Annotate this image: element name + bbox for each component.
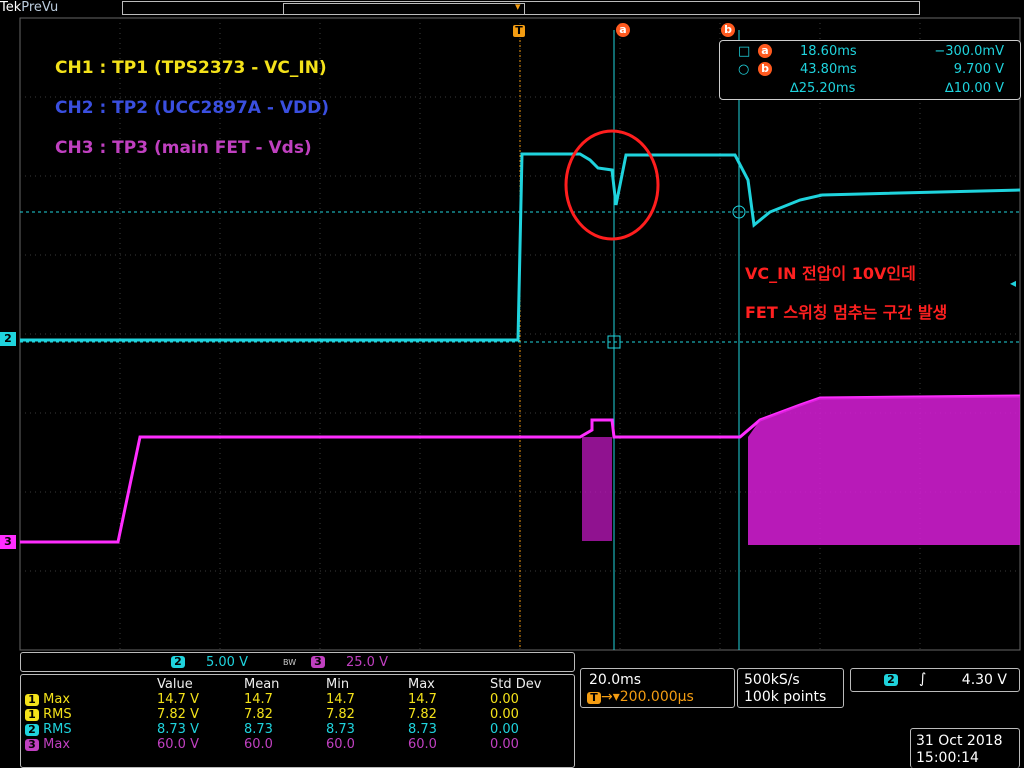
row-mean: 60.0 — [244, 737, 273, 752]
measurement-panel[interactable]: Value Mean Min Max Std Dev 1 Max 14.7 V … — [20, 674, 575, 768]
trigger-badge: T — [587, 692, 601, 704]
cursor-readout-panel[interactable]: □ a 18.60ms −300.0mV ○ b 43.80ms 9.700 V… — [719, 40, 1021, 100]
cursor-a-badge: a — [758, 44, 772, 58]
trigger-level[interactable]: 4.30 V — [962, 672, 1007, 688]
ch3-switching-burst-2 — [748, 396, 1020, 545]
col-value-header: Value — [157, 677, 193, 692]
row-ch-badge: 3 — [25, 739, 39, 751]
ch3-scale-badge[interactable]: 3 — [311, 656, 325, 668]
row-min: 60.0 — [326, 737, 355, 752]
row-mean: 8.73 — [244, 722, 273, 737]
bandwidth-limit-icon: BW — [283, 658, 297, 667]
trigger-panel[interactable]: 2 ∫ 4.30 V — [850, 668, 1020, 692]
sample-rate: 500kS/s — [744, 672, 800, 688]
col-stddev-header: Std Dev — [490, 677, 542, 692]
row-std: 0.00 — [490, 707, 519, 722]
trigger-slope-icon[interactable]: ∫ — [919, 671, 926, 687]
row-mean: 14.7 — [244, 692, 273, 707]
row-max: 7.82 — [408, 707, 437, 722]
cursor-b-marker[interactable]: b — [721, 23, 735, 37]
col-mean-header: Mean — [244, 677, 280, 692]
cursor-a-value: −300.0mV — [934, 44, 1004, 59]
row-min: 14.7 — [326, 692, 355, 707]
datetime-panel: 31 Oct 2018 15:00:14 — [910, 728, 1020, 768]
timebase-panel[interactable]: 20.0ms T →▾200.000µs — [580, 668, 735, 708]
ch3-scale[interactable]: 25.0 V — [346, 655, 388, 670]
table-row[interactable]: 1 RMS 7.82 V 7.82 7.82 7.82 0.00 — [25, 707, 560, 722]
row-min: 8.73 — [326, 722, 355, 737]
row-name: RMS — [43, 707, 72, 722]
ch2-label: CH2 : TP2 (UCC2897A - VDD) — [55, 98, 330, 118]
row-value: 7.82 V — [157, 707, 199, 722]
cursor-a-square-icon: □ — [738, 44, 751, 59]
ch3-ground-marker[interactable]: 3 — [0, 535, 16, 549]
ch3-switching-burst-1 — [582, 437, 612, 541]
trigger-level-icon: ◂ — [1010, 276, 1017, 290]
cursor-b-badge: b — [758, 62, 772, 76]
row-value: 14.7 V — [157, 692, 199, 707]
row-name: RMS — [43, 722, 72, 737]
cursor-b-time: 43.80ms — [800, 62, 857, 77]
row-name: Max — [43, 737, 71, 752]
acquisition-panel[interactable]: 500kS/s 100k points — [737, 668, 844, 708]
horizontal-position[interactable]: T →▾200.000µs — [587, 689, 694, 705]
cursor-a-marker[interactable]: a — [616, 23, 630, 37]
row-max: 14.7 — [408, 692, 437, 707]
trigger-source-badge[interactable]: 2 — [884, 674, 898, 686]
measurement-table: Value Mean Min Max Std Dev 1 Max 14.7 V … — [25, 677, 560, 752]
ch2-ground-marker[interactable]: 2 — [0, 332, 16, 346]
annotation-line-2: FET 스위칭 멈추는 구간 발생 — [745, 303, 948, 322]
table-row[interactable]: 1 Max 14.7 V 14.7 14.7 14.7 0.00 — [25, 692, 560, 707]
row-max: 60.0 — [408, 737, 437, 752]
record-length: 100k points — [744, 689, 827, 705]
time: 15:00:14 — [916, 750, 979, 766]
date: 31 Oct 2018 — [916, 733, 1003, 749]
row-name: Max — [43, 692, 71, 707]
trigger-marker[interactable]: T — [513, 25, 525, 37]
row-value: 60.0 V — [157, 737, 199, 752]
cursor-delta-value: ∆10.00 V — [945, 81, 1004, 96]
row-std: 0.00 — [490, 722, 519, 737]
channel-scale-bar[interactable]: 2 5.00 V BW 3 25.0 V — [20, 652, 575, 672]
ch3-label: CH3 : TP3 (main FET - Vds) — [55, 138, 312, 158]
col-min-header: Min — [326, 677, 350, 692]
horizontal-scale[interactable]: 20.0ms — [589, 672, 641, 688]
oscilloscope-screen: TekPreVu ▾ T a b 2 3 ◂ CH1: TP1 (TPS237… — [0, 0, 1024, 768]
cursor-delta-time: ∆25.20ms — [790, 81, 856, 96]
cursor-b-circle-icon: ○ — [738, 62, 750, 77]
highlight-circle — [564, 129, 660, 241]
table-row[interactable]: 3 Max 60.0 V 60.0 60.0 60.0 0.00 — [25, 737, 560, 752]
row-min: 7.82 — [326, 707, 355, 722]
row-ch-badge: 1 — [25, 709, 39, 721]
trigger-position-icon: ▾ — [515, 0, 521, 13]
row-ch-badge: 1 — [25, 694, 39, 706]
position-value: →▾200.000µs — [601, 689, 694, 705]
ch1-label: CH1 : TP1 (TPS2373 - VC_IN) — [55, 58, 327, 78]
cursor-a-time: 18.60ms — [800, 44, 857, 59]
col-max-header: Max — [408, 677, 435, 692]
row-ch-badge: 2 — [25, 724, 39, 736]
ch2-scale-badge[interactable]: 2 — [171, 656, 185, 668]
table-row[interactable]: 2 RMS 8.73 V 8.73 8.73 8.73 0.00 — [25, 722, 560, 737]
row-mean: 7.82 — [244, 707, 273, 722]
row-std: 0.00 — [490, 737, 519, 752]
annotation-line-1: VC_IN 전압이 10V인데 — [745, 264, 916, 283]
ch2-scale[interactable]: 5.00 V — [206, 655, 248, 670]
row-value: 8.73 V — [157, 722, 199, 737]
row-max: 8.73 — [408, 722, 437, 737]
row-std: 0.00 — [490, 692, 519, 707]
cursor-b-value: 9.700 V — [953, 62, 1004, 77]
